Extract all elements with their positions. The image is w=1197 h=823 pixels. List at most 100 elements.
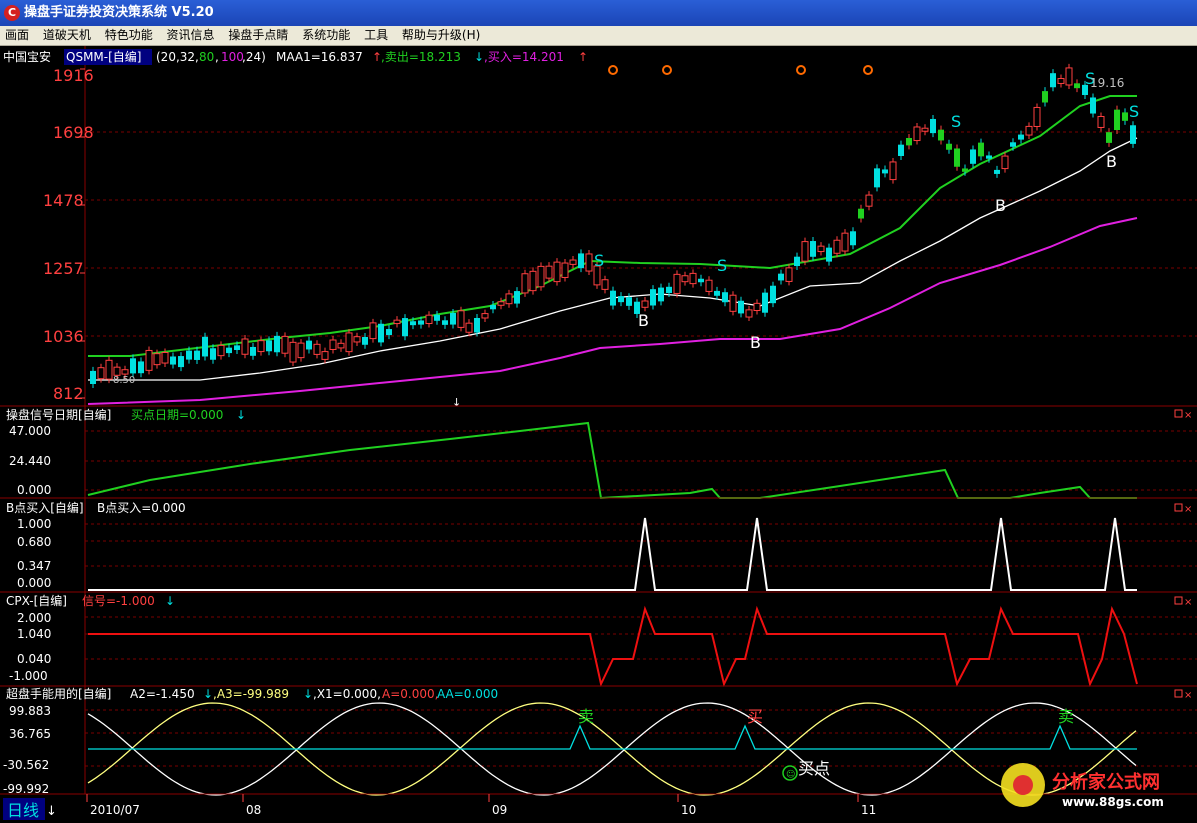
candle-body	[673, 273, 681, 294]
sell-marker: 卖	[578, 707, 594, 726]
candle-body	[689, 272, 697, 285]
candle-body	[826, 247, 832, 262]
event-dot-icon[interactable]	[796, 65, 806, 75]
candle-body	[841, 232, 849, 252]
candle-body	[393, 319, 401, 325]
candle-body	[785, 267, 793, 282]
buy-signal[interactable]: B	[995, 196, 1006, 215]
candle-body	[434, 314, 440, 321]
sell-signal[interactable]: S	[1129, 102, 1139, 121]
candle-body	[745, 309, 753, 318]
panel5-controls[interactable]: ×	[1174, 689, 1192, 701]
candle-body	[850, 231, 856, 246]
candle-body	[641, 300, 649, 308]
candle-body	[410, 321, 416, 326]
buy-signal[interactable]: B	[1106, 152, 1117, 171]
buy-marker: 买	[747, 707, 763, 726]
svg-text:×: ×	[1184, 690, 1192, 701]
menu-item-tools[interactable]: 工具	[359, 26, 393, 45]
candle-body	[178, 356, 184, 368]
candle-body	[90, 370, 96, 384]
candle-body	[145, 349, 153, 371]
candle-body	[954, 148, 960, 167]
param-100: 100	[221, 50, 244, 64]
param-open: (20,32,	[156, 50, 199, 64]
buy-signal[interactable]: B	[638, 311, 649, 330]
stock-name: 中国宝安	[3, 49, 51, 64]
panel4-controls[interactable]: ×	[1174, 596, 1192, 608]
candle-body	[729, 294, 737, 312]
menu-item-help[interactable]: 帮助与升级(H)	[397, 26, 485, 45]
candle-body	[226, 347, 232, 354]
candle-body	[386, 329, 392, 336]
menu-item-screen[interactable]: 画面	[0, 26, 34, 45]
period-dropdown-icon[interactable]: ↓	[46, 804, 57, 819]
candle-body	[946, 143, 952, 150]
candle-body	[601, 279, 609, 290]
candle-body	[514, 291, 520, 304]
low-price-label: 8.50	[113, 375, 135, 386]
candle-body	[865, 194, 873, 207]
panel5-a3: ,A3=-99.989	[213, 687, 289, 701]
menu-item-trader-tips[interactable]: 操盘手点睛	[223, 26, 293, 45]
candle-body	[1057, 78, 1065, 84]
menu-item-secrets[interactable]: 道破天机	[38, 26, 96, 45]
candle-body	[681, 275, 689, 283]
candlesticks	[90, 63, 1136, 388]
app-logo-icon: C	[4, 5, 20, 21]
candle-body	[1130, 125, 1136, 144]
panel4-value: 信号=-1.000	[82, 594, 155, 608]
candle-body	[1090, 97, 1096, 114]
indicator-name[interactable]: QSMM-[自编]	[66, 49, 141, 64]
down-arrow-icon: ↓	[236, 408, 246, 422]
candle-body	[1097, 115, 1105, 128]
window-title: 操盘手证券投资决策系统 V5.20	[24, 5, 214, 20]
buy-signal[interactable]: B	[750, 333, 761, 352]
sell-signal[interactable]: S	[717, 256, 727, 275]
x-label-2010-07: 2010/07	[90, 803, 140, 817]
candle-body	[1106, 132, 1112, 143]
candle-body	[626, 297, 632, 306]
candle-body	[369, 322, 377, 340]
menu-item-info[interactable]: 资讯信息	[162, 26, 220, 45]
panel5-a: A=0.000,	[382, 687, 438, 701]
sell-signal[interactable]: S	[594, 251, 604, 270]
svg-text:×: ×	[1184, 410, 1192, 421]
menu-item-features[interactable]: 特色功能	[100, 26, 158, 45]
event-markers	[608, 65, 873, 75]
p3-y-068: 0.680	[17, 535, 51, 549]
lower-band-line	[87, 217, 1138, 405]
candle-body	[1050, 73, 1056, 88]
sell-signal[interactable]: S	[951, 112, 961, 131]
candle-body	[465, 322, 473, 333]
p4-y-2: 2.000	[17, 611, 51, 625]
panel2-title: 操盘信号日期[自编]	[6, 407, 111, 422]
candle-body	[306, 340, 312, 350]
candle-body	[161, 351, 169, 364]
buy-point-label: 买点	[798, 759, 830, 778]
event-dot-icon[interactable]	[662, 65, 672, 75]
event-dot-icon[interactable]	[608, 65, 618, 75]
menu-item-system[interactable]: 系统功能	[297, 26, 355, 45]
candle-body	[97, 367, 105, 380]
candle-body	[833, 239, 841, 254]
peak-price-label: 19.16	[1090, 76, 1124, 90]
period-label[interactable]: 日线	[7, 801, 39, 820]
menu-bar: 画面 道破天机 特色功能 资讯信息 操盘手点睛 系统功能 工具 帮助与升级(H)	[0, 26, 1197, 46]
p5-y-neg30: -30.562	[3, 758, 49, 772]
candle-body	[170, 356, 176, 365]
candle-body	[490, 305, 496, 310]
x-label-09: 09	[492, 803, 507, 817]
candle-body	[1001, 155, 1009, 170]
panel3-controls[interactable]: ×	[1174, 503, 1192, 515]
candle-body	[353, 336, 361, 343]
panel2-value: 买点日期=0.000	[131, 408, 223, 422]
candle-body	[425, 314, 433, 325]
chart-area[interactable]: 中国宝安 QSMM-[自编] (20,32, 80 , 100 ,24) MAA…	[0, 46, 1197, 823]
panel2-controls[interactable]: ×	[1174, 409, 1192, 421]
param-sep: ,	[215, 50, 219, 64]
candle-body	[241, 338, 249, 355]
candle-body	[450, 312, 456, 325]
event-dot-icon[interactable]	[863, 65, 873, 75]
candle-body	[321, 351, 329, 360]
